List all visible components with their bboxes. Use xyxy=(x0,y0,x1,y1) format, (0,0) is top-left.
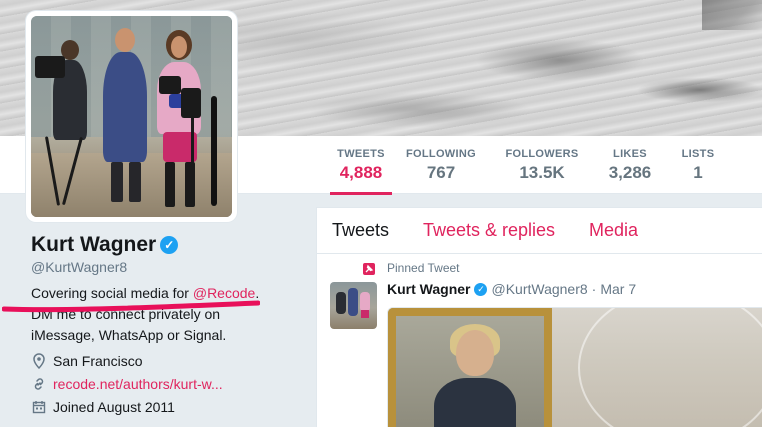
stat-followers[interactable]: FOLLOWERS 13.5K xyxy=(505,136,579,194)
stat-value: 767 xyxy=(426,163,456,182)
tweet-separator: · xyxy=(591,281,597,297)
stat-value: 13.5K xyxy=(519,163,565,182)
avatar-photo xyxy=(31,16,232,217)
timeline: Tweets Tweets & replies Media Pinned Twe… xyxy=(316,207,762,427)
stat-label: TWEETS xyxy=(337,148,385,160)
tab-tweets-replies[interactable]: Tweets & replies xyxy=(423,220,555,241)
tweet-header: Kurt Wagner ✓ @KurtWagner8 · Mar 7 xyxy=(387,281,636,297)
stat-lists[interactable]: LISTS 1 xyxy=(680,136,716,194)
tweet-author-handle[interactable]: @KurtWagner8 xyxy=(491,281,587,297)
portrait-frame xyxy=(388,308,552,427)
banner-shadow xyxy=(702,0,762,30)
profile-avatar[interactable] xyxy=(26,11,237,222)
stat-label: FOLLOWERS xyxy=(505,148,579,160)
stat-following[interactable]: FOLLOWING 767 xyxy=(405,136,477,194)
profile-handle[interactable]: @KurtWagner8 xyxy=(31,259,127,275)
profile-name-text: Kurt Wagner xyxy=(31,233,157,256)
pinned-tweet-label: Pinned Tweet xyxy=(387,261,460,275)
tab-media[interactable]: Media xyxy=(589,220,638,241)
map-pin-icon xyxy=(31,353,47,369)
tweet-date[interactable]: Mar 7 xyxy=(600,281,636,297)
tweet-media-image[interactable] xyxy=(387,307,762,427)
stat-likes[interactable]: LIKES 3,286 xyxy=(604,136,656,194)
profile-website: recode.net/authors/kurt-w... xyxy=(31,376,223,392)
joined-text: Joined August 2011 xyxy=(53,399,175,415)
stat-tweets[interactable]: TWEETS 4,888 xyxy=(330,136,392,195)
check-badge-icon: ✓ xyxy=(160,236,179,254)
stat-value: 1 xyxy=(693,163,703,182)
tweet-avatar[interactable] xyxy=(330,282,377,329)
stat-label: LISTS xyxy=(681,148,715,160)
red-underline-annotation xyxy=(2,300,260,313)
profile-location: San Francisco xyxy=(31,353,142,369)
calendar-icon xyxy=(31,399,47,415)
stat-value: 3,286 xyxy=(608,163,652,182)
timeline-tabs: Tweets Tweets & replies Media xyxy=(317,208,762,254)
stat-label: FOLLOWING xyxy=(406,148,476,160)
tab-tweets[interactable]: Tweets xyxy=(332,220,389,241)
check-badge-icon: ✓ xyxy=(474,282,488,296)
link-icon xyxy=(31,376,47,392)
stat-label: LIKES xyxy=(613,148,647,160)
tweet-author-name[interactable]: Kurt Wagner xyxy=(387,281,470,297)
profile-joined: Joined August 2011 xyxy=(31,399,175,415)
stat-value: 4,888 xyxy=(339,163,383,182)
profile-name[interactable]: Kurt Wagner ✓ xyxy=(31,233,179,257)
website-link[interactable]: recode.net/authors/kurt-w... xyxy=(53,376,223,392)
pin-icon xyxy=(363,263,375,275)
location-text: San Francisco xyxy=(53,353,143,369)
